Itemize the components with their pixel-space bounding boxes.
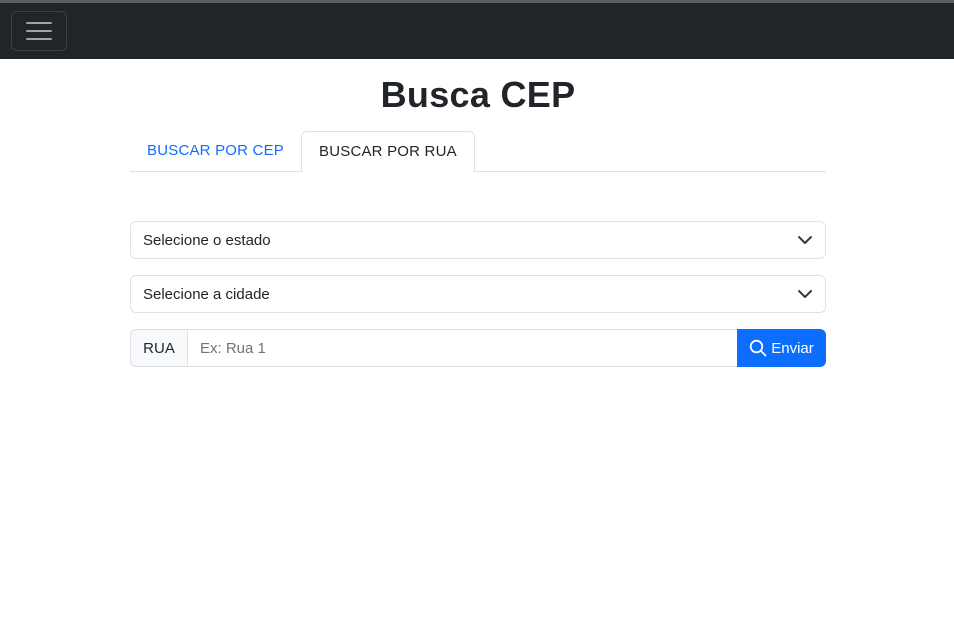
street-addon-label: RUA <box>130 329 187 367</box>
hamburger-icon-bar <box>26 30 52 32</box>
city-select-value: Selecione a cidade <box>143 285 270 303</box>
main-content: Busca CEP BUSCAR POR CEP BUSCAR POR RUA … <box>130 59 826 367</box>
street-input-group: RUA Enviar <box>130 329 826 367</box>
tab-buscar-por-rua[interactable]: BUSCAR POR RUA <box>301 131 475 173</box>
street-search-form: Selecione o estado Selecione a cidade RU… <box>130 221 826 367</box>
send-button[interactable]: Enviar <box>737 329 826 367</box>
hamburger-icon <box>26 22 52 24</box>
chevron-down-icon <box>798 236 812 244</box>
hamburger-icon-bar <box>26 38 52 40</box>
navbar <box>0 3 954 59</box>
search-icon <box>750 339 767 357</box>
navbar-toggler-button[interactable] <box>11 11 67 51</box>
city-select[interactable]: Selecione a cidade <box>130 275 826 313</box>
page-title: Busca CEP <box>380 74 576 115</box>
send-button-label: Enviar <box>771 339 814 357</box>
search-tabs: BUSCAR POR CEP BUSCAR POR RUA <box>130 131 826 173</box>
street-input[interactable] <box>187 329 737 367</box>
chevron-down-icon <box>798 290 812 298</box>
state-select[interactable]: Selecione o estado <box>130 221 826 259</box>
tab-buscar-por-cep[interactable]: BUSCAR POR CEP <box>130 131 301 172</box>
state-select-value: Selecione o estado <box>143 231 271 249</box>
